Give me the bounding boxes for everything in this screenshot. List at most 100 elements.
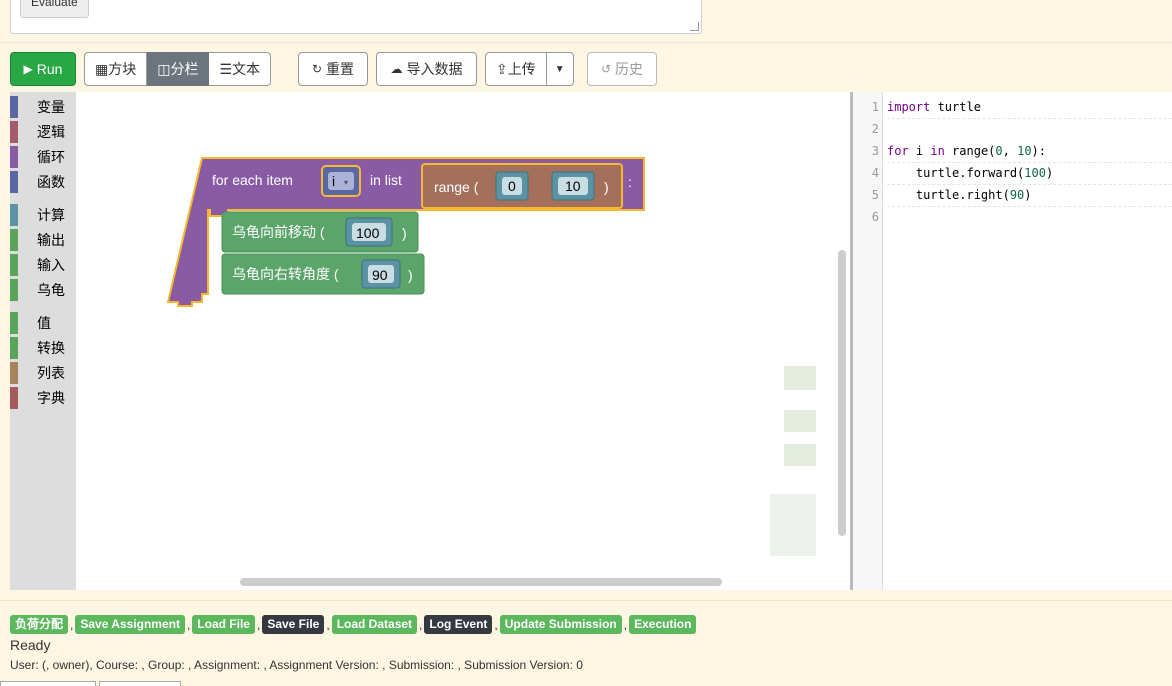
event-badge: Load Dataset	[331, 615, 418, 634]
category-label: 计算	[37, 207, 65, 223]
toolbox-category[interactable]: 乌龟	[10, 279, 76, 301]
category-color-bar	[10, 121, 18, 143]
category-color-bar	[10, 254, 18, 276]
code-line[interactable]: 4 turtle.forward(100)	[853, 162, 1172, 185]
event-badges: 负荷分配, Save Assignment, Load File, Save File…	[10, 615, 697, 634]
align-left-icon: ☰	[219, 60, 233, 77]
toolbox-category[interactable]: 转换	[10, 337, 76, 359]
in-list-label: in list	[370, 172, 402, 188]
right-close: )	[408, 267, 413, 283]
evaluate-textarea[interactable]	[10, 0, 702, 34]
toolbox-category[interactable]: 值	[10, 312, 76, 334]
toolbox-category[interactable]: 计算	[10, 204, 76, 226]
view-blocks-button[interactable]: ▦ 方块	[84, 52, 148, 86]
toolbox-category[interactable]: 列表	[10, 362, 76, 384]
workspace-vertical-scrollbar[interactable]	[838, 250, 846, 536]
category-color-bar	[10, 96, 18, 118]
code-text: turtle.right(90)	[887, 184, 1172, 207]
event-badge: Execution	[629, 615, 697, 634]
category-color-bar	[10, 279, 18, 301]
category-label: 字典	[37, 390, 65, 406]
badge-separator: ,	[623, 617, 628, 632]
block-workspace[interactable]: for each item i ▾ in list : range ( 0 10	[76, 92, 850, 590]
event-badge: Load File	[192, 615, 255, 634]
range-close: )	[604, 179, 609, 195]
view-mode-group: ▦ 方块 ◫ 分栏 ☰ 文本	[84, 52, 272, 86]
block-toolbox: 变量逻辑循环函数计算输出输入乌龟值转换列表字典	[10, 92, 76, 590]
badge-separator: ,	[186, 617, 191, 632]
event-badge: Log Event	[424, 615, 493, 634]
evaluate-button[interactable]: Evaluate	[20, 0, 89, 18]
status-area: 负荷分配, Save Assignment, Load File, Save File…	[0, 600, 1172, 685]
resize-grip[interactable]	[690, 22, 699, 31]
workspace-artifact	[784, 410, 816, 432]
right-value: 90	[372, 267, 388, 283]
range-start-value: 0	[508, 178, 516, 194]
code-line[interactable]: 6	[853, 206, 1172, 228]
history-button[interactable]: ↺ 历史	[587, 52, 657, 86]
code-line[interactable]: 1 import turtle	[853, 96, 1172, 119]
file-upload-icon: ⇪	[496, 60, 508, 77]
forward-value: 100	[356, 225, 380, 241]
view-text-button[interactable]: ☰ 文本	[209, 52, 272, 86]
category-label: 转换	[37, 340, 65, 356]
toolbox-category[interactable]: 函数	[10, 171, 76, 193]
workspace-horizontal-scrollbar[interactable]	[240, 578, 722, 586]
badge-separator: ,	[494, 617, 498, 632]
code-line[interactable]: 2	[853, 118, 1172, 140]
toolbox-category[interactable]: 循环	[10, 146, 76, 168]
toolbox-category[interactable]: 输入	[10, 254, 76, 276]
range-block[interactable]: range ( 0 10 )	[421, 163, 623, 209]
category-color-bar	[10, 387, 18, 409]
toolbox-category[interactable]: 输出	[10, 229, 76, 251]
turtle-right-block[interactable]: 乌龟向右转角度 ( 90 )	[221, 253, 425, 295]
event-badge: Save File	[262, 615, 325, 634]
range-label: range (	[434, 179, 479, 195]
history-icon: ↺	[600, 62, 612, 76]
loop-variable-value: i	[332, 173, 335, 189]
workspace-artifact	[784, 366, 816, 390]
columns-icon: ◫	[157, 60, 171, 77]
event-badge: 负荷分配	[10, 615, 69, 634]
caret-down-icon: ▼	[554, 63, 565, 75]
import-data-button[interactable]: ☁ 导入数据	[376, 52, 477, 86]
workspace-artifact	[784, 444, 816, 466]
upload-dropdown-button[interactable]: ▼	[546, 52, 574, 86]
code-line[interactable]: 5 turtle.right(90)	[853, 184, 1172, 207]
code-line[interactable]: 3 for i in range(0, 10):	[853, 140, 1172, 163]
category-color-bar	[10, 171, 18, 193]
toolbox-category[interactable]: 变量	[10, 96, 76, 118]
category-color-bar	[10, 362, 18, 384]
category-label: 逻辑	[37, 124, 65, 140]
code-editor[interactable]: 1 import turtle 2 3 for i in range(0, 10): 4 …	[853, 92, 1172, 590]
category-color-bar	[10, 337, 18, 359]
category-color-bar	[10, 204, 18, 226]
category-label: 列表	[37, 365, 65, 381]
toolbox-category[interactable]: 逻辑	[10, 121, 76, 143]
badge-separator: ,	[326, 617, 330, 632]
for-each-label: for each item	[212, 172, 293, 188]
turtle-forward-label: 乌龟向前移动 (	[232, 224, 325, 240]
toolbox-category[interactable]: 字典	[10, 387, 76, 409]
dropdown-arrow-icon: ▾	[344, 178, 348, 187]
code-text: for i in range(0, 10):	[887, 140, 1172, 163]
category-label: 变量	[37, 99, 65, 115]
forward-close: )	[402, 225, 407, 241]
category-label: 函数	[37, 174, 65, 190]
line-number: 6	[871, 210, 879, 224]
play-icon: ▶	[23, 62, 33, 76]
upload-button[interactable]: ⇪ 上传	[485, 52, 547, 86]
run-button[interactable]: ▶ Run	[10, 52, 76, 86]
reset-button[interactable]: ↻ 重置	[298, 52, 368, 86]
turtle-right-label: 乌龟向右转角度 (	[232, 266, 339, 282]
view-split-button[interactable]: ◫ 分栏	[147, 52, 210, 86]
category-color-bar	[10, 229, 18, 251]
turtle-forward-block[interactable]: 乌龟向前移动 ( 100 )	[221, 211, 419, 253]
user-info: User: (, owner), Course: , Group: , Assi…	[10, 658, 583, 672]
upload-group: ⇪ 上传 ▼	[485, 52, 574, 86]
code-text: turtle.forward(100)	[887, 162, 1172, 185]
category-color-bar	[10, 146, 18, 168]
category-label: 输入	[37, 257, 65, 273]
blocks-canvas[interactable]: for each item i ▾ in list : range ( 0 10	[76, 92, 850, 590]
badge-separator: ,	[419, 617, 423, 632]
